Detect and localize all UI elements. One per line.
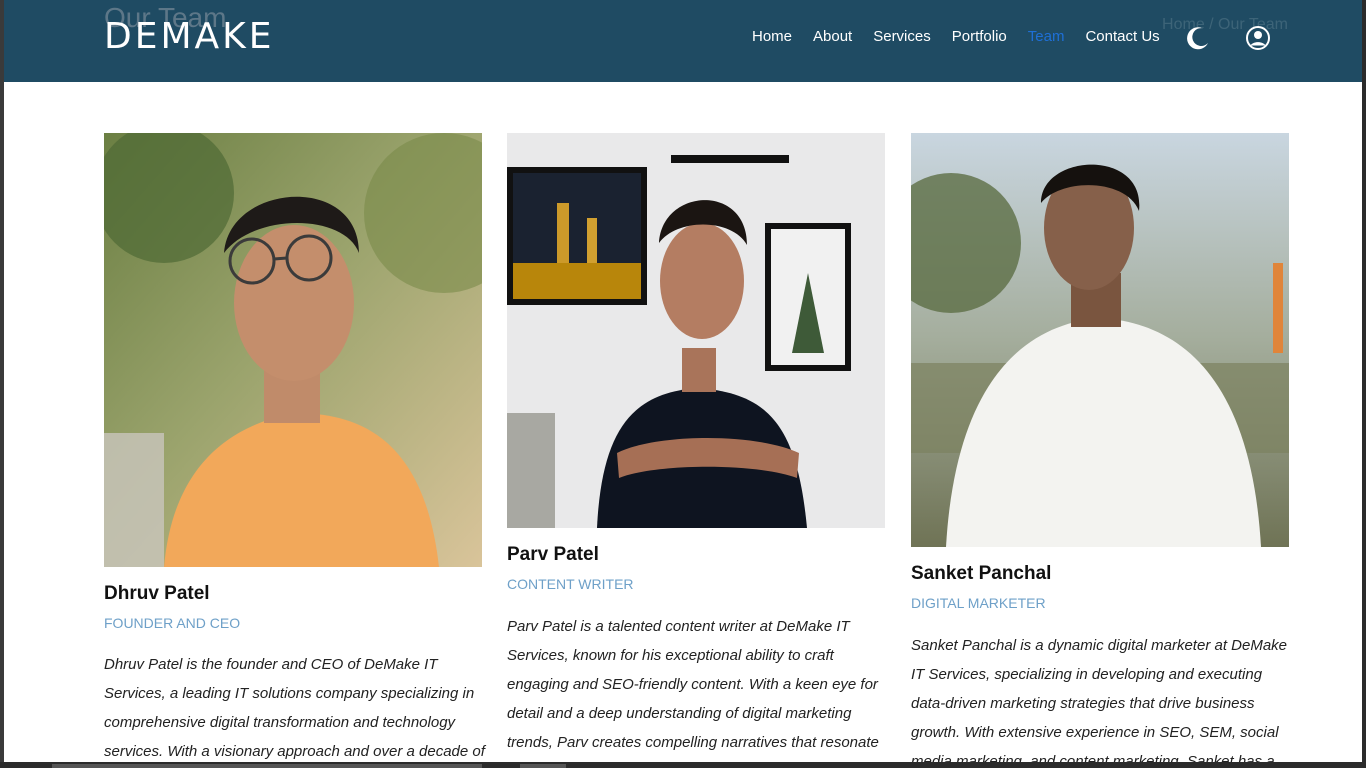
dark-mode-moon-icon[interactable] <box>1184 24 1212 52</box>
member-bio: Sanket Panchal is a dynamic digital mark… <box>911 637 1288 762</box>
main-nav: Home About Services Portfolio Team Conta… <box>752 28 1160 45</box>
member-bio: Parv Patel is a talented content writer … <box>507 618 879 751</box>
site-logo[interactable]: DEMAKE <box>104 16 275 57</box>
scrollbar-segment <box>520 764 566 768</box>
nav-home[interactable]: Home <box>752 28 792 45</box>
member-role: CONTENT WRITER <box>507 576 634 592</box>
team-photo-dhruv <box>104 133 482 567</box>
team-photo-sanket <box>911 133 1289 547</box>
nav-team[interactable]: Team <box>1028 28 1065 45</box>
team-photo-parv <box>507 133 885 528</box>
member-bio: Dhruv Patel is the founder and CEO of De… <box>104 656 485 760</box>
scrollbar-thumb[interactable] <box>52 764 482 768</box>
member-name: Dhruv Patel <box>104 583 210 604</box>
member-role: FOUNDER AND CEO <box>104 615 241 631</box>
horizontal-scrollbar[interactable] <box>0 762 1366 768</box>
page-viewport: Our Team Home / Our Team DEMAKE Home Abo… <box>4 0 1362 762</box>
nav-services[interactable]: Services <box>873 28 931 45</box>
nav-about[interactable]: About <box>813 28 852 45</box>
nav-portfolio[interactable]: Portfolio <box>952 28 1007 45</box>
team-card-sanket: Sanket Panchal DIGITAL MARKETER Sanket P… <box>911 133 1289 762</box>
window-edge <box>1362 0 1366 762</box>
team-card-dhruv: Dhruv Patel FOUNDER AND CEO Dhruv Patel … <box>104 133 485 762</box>
member-name: Sanket Panchal <box>911 563 1052 584</box>
team-card-parv: Parv Patel CONTENT WRITER Parv Patel is … <box>507 133 885 762</box>
member-role: DIGITAL MARKETER <box>911 595 1046 611</box>
site-header: Our Team Home / Our Team DEMAKE Home Abo… <box>4 0 1362 82</box>
user-account-icon[interactable] <box>1245 25 1271 51</box>
member-name: Parv Patel <box>507 544 599 565</box>
nav-contact-us[interactable]: Contact Us <box>1085 28 1159 45</box>
